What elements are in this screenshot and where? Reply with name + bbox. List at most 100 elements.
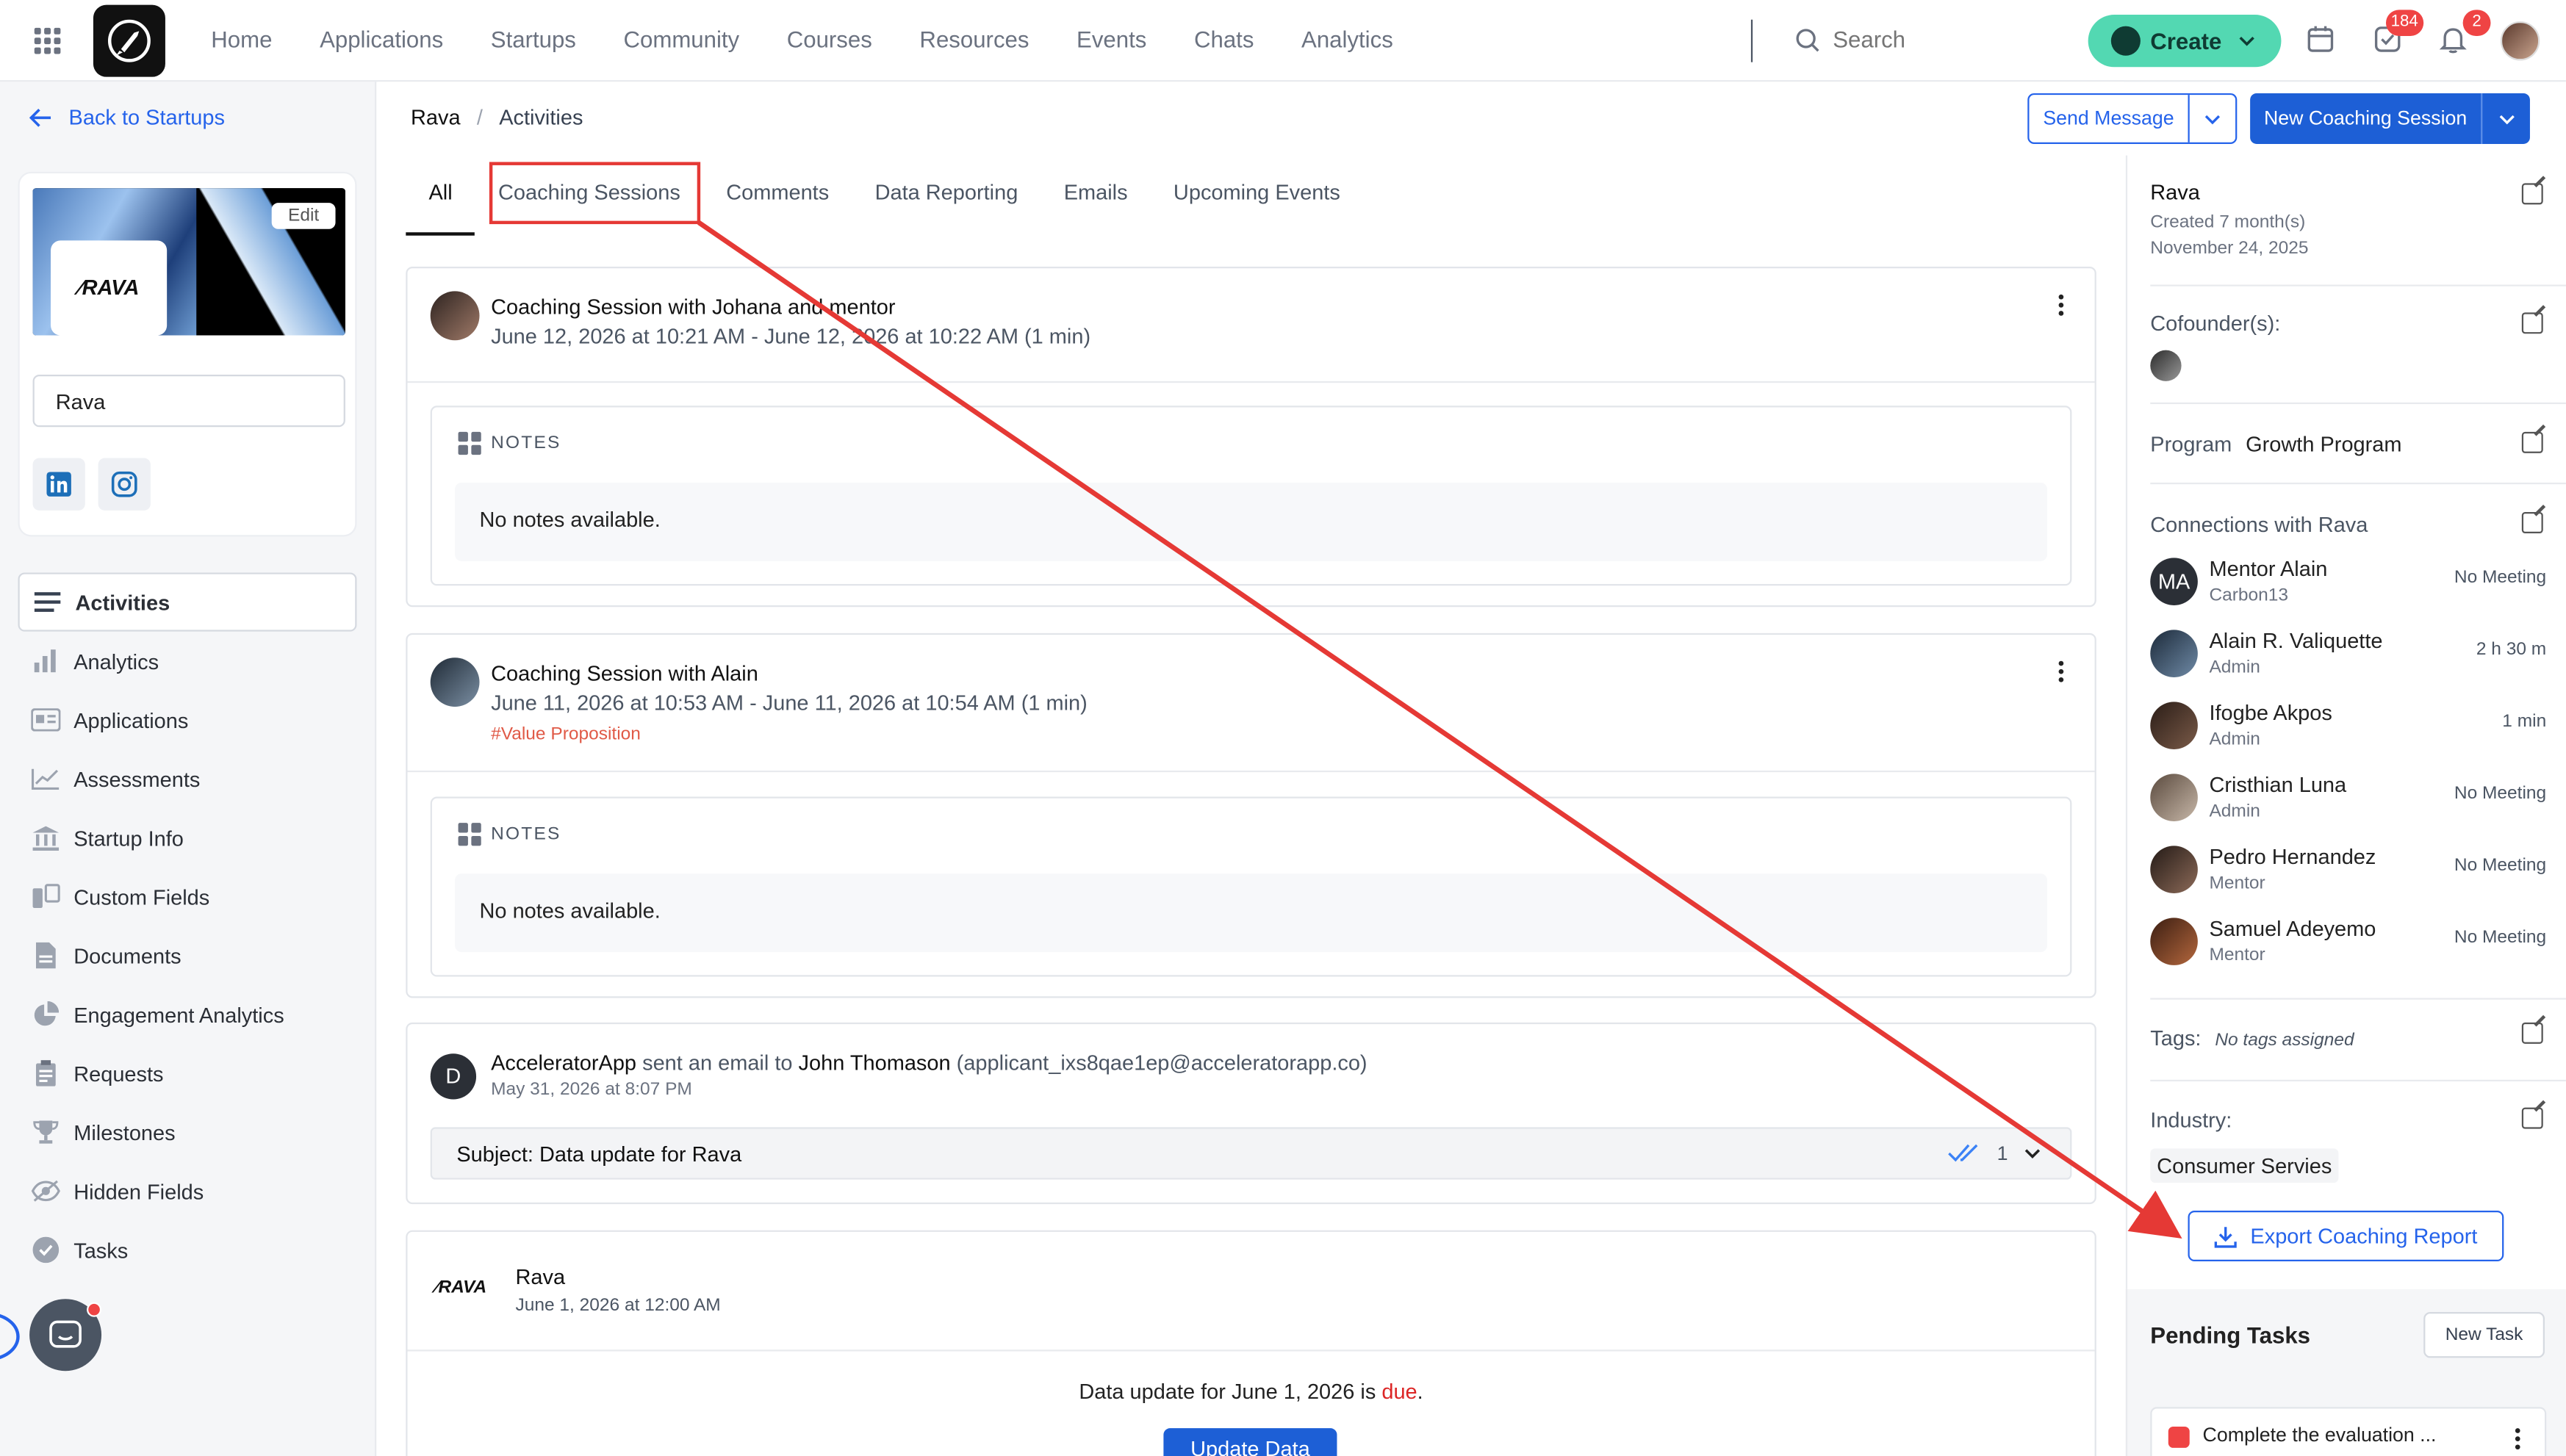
create-label: Create [2150,27,2222,54]
sidebar-item-documents[interactable]: Documents [18,926,356,984]
user-avatar[interactable] [2500,21,2540,61]
breadcrumb-root[interactable]: Rava [411,105,461,129]
tab-data-reporting[interactable]: Data Reporting [875,159,1018,236]
chevron-down-icon[interactable] [2482,107,2530,130]
industry-chip: Consumer Servies [2150,1148,2339,1183]
tab-comments[interactable]: Comments [726,159,829,236]
connection-avatar [2150,630,2198,677]
sidebar-item-activities[interactable]: Activities [18,572,357,632]
new-task-button[interactable]: New Task [2423,1312,2545,1358]
section-divider [2150,284,2566,286]
sidebar-item-assessments[interactable]: Assessments [18,749,356,808]
sidebar-item-applications[interactable]: Applications [18,691,356,749]
more-options-icon[interactable] [2058,294,2066,316]
connection-row[interactable]: Pedro Hernandez Mentor No Meeting [2150,839,2546,904]
search-box[interactable] [1795,26,2030,53]
edit-banner-button[interactable]: Edit [271,203,336,229]
section-divider [2150,482,2566,485]
nav-analytics[interactable]: Analytics [1301,26,1393,53]
connection-status: No Meeting [2454,855,2547,876]
rocket-icon [107,19,151,62]
create-button[interactable]: Create [2088,15,2282,68]
data-update-card: ⁄RAVA Rava June 1, 2026 at 12:00 AM Data… [406,1230,2096,1456]
nav-courses[interactable]: Courses [787,26,872,53]
tab-coaching-sessions[interactable]: Coaching Sessions [498,159,680,236]
due-prefix: Data update for June 1, 2026 is [1079,1379,1382,1404]
nav-startups[interactable]: Startups [491,26,576,53]
connection-row[interactable]: Alain R. Valiquette Admin 2 h 30 m [2150,623,2546,688]
connection-avatar [2150,918,2198,965]
connection-row[interactable]: Cristhian Luna Admin No Meeting [2150,767,2546,832]
sidebar-item-startup-info[interactable]: Startup Info [18,808,356,867]
session-time: June 11, 2026 at 10:53 AM - June 11, 202… [491,690,1088,716]
session-tag[interactable]: #Value Proposition [491,725,641,745]
nav-chats[interactable]: Chats [1194,26,1254,53]
edit-icon[interactable] [2521,1107,2543,1129]
connection-row[interactable]: Samuel Adeyemo Mentor No Meeting [2150,911,2546,976]
notes-box: NOTES No notes available. [430,406,2072,586]
sidebar-item-analytics[interactable]: Analytics [18,632,356,691]
sidebar-item-label: Requests [73,1061,164,1086]
arrow-left-icon [29,107,51,126]
nav-applications[interactable]: Applications [320,26,443,53]
tasks-check-icon[interactable]: 184 [2373,10,2423,57]
notifications-badge: 2 [2462,10,2491,36]
update-data-button[interactable]: Update Data [1163,1428,1337,1456]
breadcrumb-separator: / [476,104,483,129]
connection-row[interactable]: Ifogbe Akpos Admin 1 min [2150,695,2546,760]
chat-widget-button[interactable] [29,1299,102,1372]
new-coaching-session-button[interactable]: New Coaching Session [2250,93,2530,144]
tab-emails[interactable]: Emails [1064,159,1128,236]
connection-name: Ifogbe Akpos [2209,700,2332,725]
session-title[interactable]: Coaching Session with Johana and mentor [491,295,895,319]
tab-upcoming-events[interactable]: Upcoming Events [1174,159,1340,236]
export-coaching-report-button[interactable]: Export Coaching Report [2188,1210,2504,1262]
startup-name-input[interactable] [32,374,345,428]
session-title[interactable]: Coaching Session with Alain [491,661,758,685]
edit-icon[interactable] [2521,1022,2543,1044]
notes-grid-icon [458,431,481,455]
nav-community[interactable]: Community [623,26,739,53]
more-options-icon[interactable] [2515,1428,2522,1450]
back-to-startups-link[interactable]: Back to Startups [29,105,225,129]
apps-grid-icon[interactable] [34,27,61,54]
chevron-down-icon[interactable] [2024,1147,2041,1159]
participant-avatar [430,291,480,341]
edit-icon[interactable] [2521,183,2543,205]
help-widget-ring[interactable] [0,1312,20,1361]
email-subject-row[interactable]: Subject: Data update for Rava 1 [430,1127,2072,1180]
sidebar-item-tasks[interactable]: Tasks [18,1220,356,1279]
linkedin-icon[interactable] [32,458,85,511]
notes-label: NOTES [491,433,561,453]
sidebar-item-hidden-fields[interactable]: Hidden Fields [18,1161,356,1220]
send-message-button[interactable]: Send Message [2027,93,2238,144]
edit-icon[interactable] [2521,431,2543,453]
connections-label: Connections with Rava [2150,512,2368,537]
cofounder-avatar[interactable] [2150,350,2182,381]
edit-icon[interactable] [2521,512,2543,534]
bell-icon[interactable]: 2 [2438,10,2491,57]
sidebar-item-requests[interactable]: Requests [18,1044,356,1103]
nav-events[interactable]: Events [1077,26,1146,53]
calendar-icon[interactable] [2306,24,2339,57]
chat-icon [49,1320,82,1348]
search-input[interactable] [1833,26,2030,53]
pending-tasks-title: Pending Tasks [2150,1322,2311,1349]
task-item[interactable]: Complete the evaluation ... [2150,1407,2547,1456]
more-options-icon[interactable] [2058,660,2066,682]
edit-icon[interactable] [2521,312,2543,334]
industry-label: Industry: [2150,1107,2232,1133]
tab-all[interactable]: All [406,159,475,236]
sidebar-item-milestones[interactable]: Milestones [18,1103,356,1161]
document-icon [31,941,60,970]
nav-resources[interactable]: Resources [919,26,1029,53]
startup-logo: ⁄RAVA [51,240,168,336]
sidebar-item-engagement-analytics[interactable]: Engagement Analytics [18,985,356,1044]
connection-row[interactable]: MA Mentor Alain Carbon13 No Meeting [2150,551,2546,616]
app-logo[interactable] [93,4,165,77]
nav-home[interactable]: Home [211,26,272,53]
chevron-down-icon[interactable] [2190,107,2235,130]
instagram-icon[interactable] [98,458,151,511]
notes-header: NOTES [458,431,561,455]
sidebar-item-custom-fields[interactable]: Custom Fields [18,867,356,926]
